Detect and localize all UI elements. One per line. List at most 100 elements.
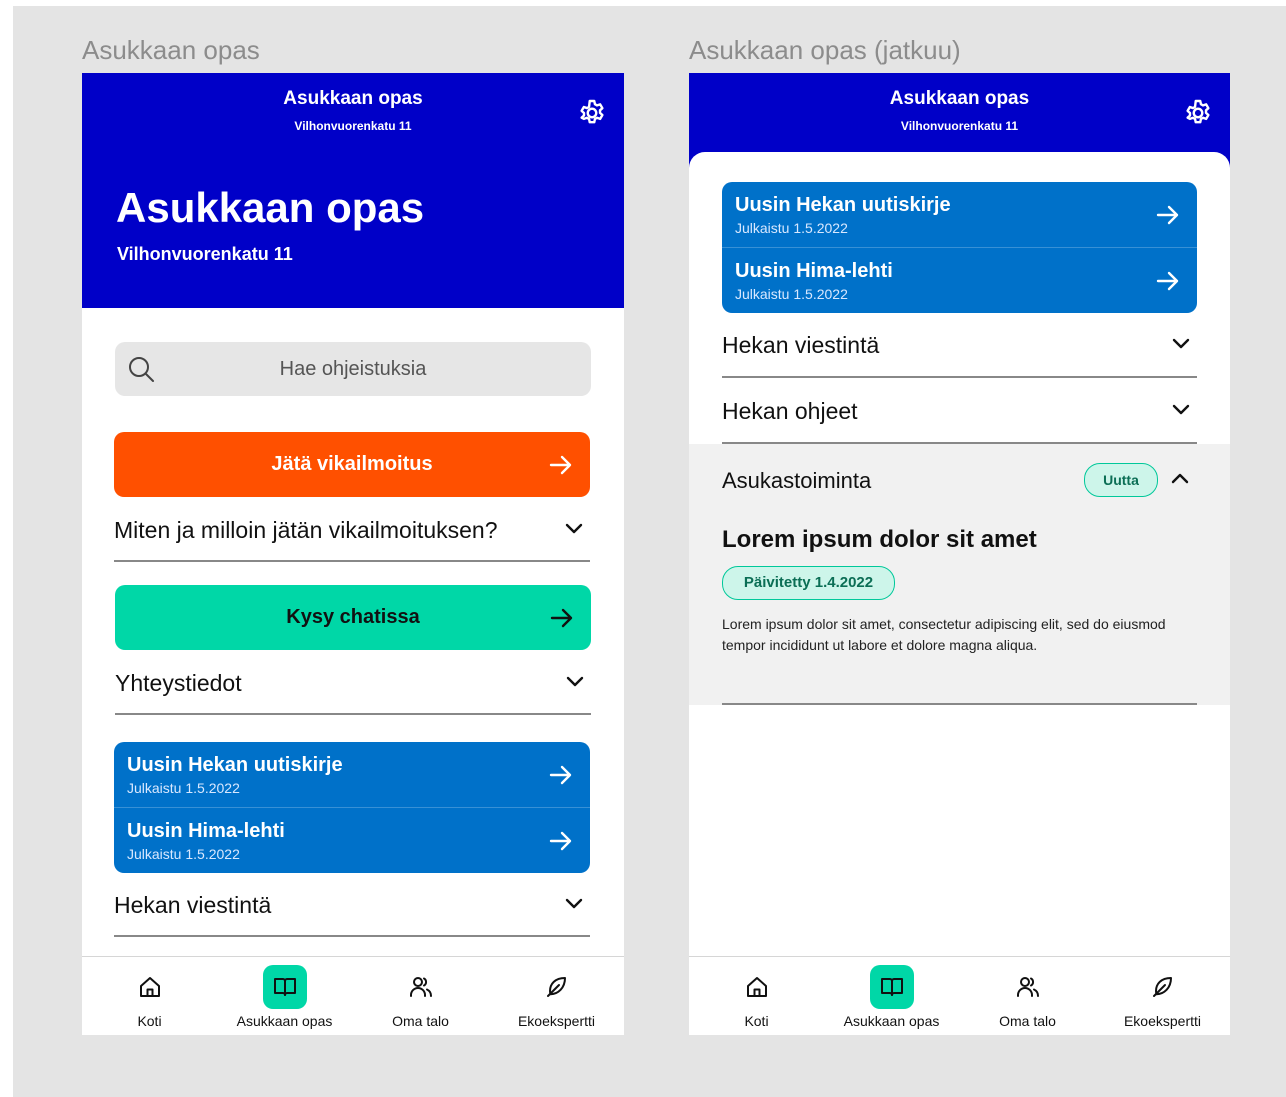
accordion-label: Hekan ohjeet [722,398,858,424]
settings-button[interactable] [1182,97,1214,129]
content-sheet-top [689,152,1230,182]
frame-title-1: Asukkaan opas [82,35,260,65]
chevron-down-icon [1172,404,1190,415]
news-item-magazine[interactable]: Uusin Hima-lehti Julkaistu 1.5.2022 [722,247,1197,313]
home-icon [139,977,160,997]
accordion-header-label[interactable]: Asukastoiminta [722,468,871,494]
chat-button[interactable]: Kysy chatissa [115,585,591,650]
news-item-newsletter[interactable]: Uusin Hekan uutiskirje Julkaistu 1.5.202… [114,742,590,807]
arrow-right-icon [1156,205,1179,225]
chevron-up-icon[interactable] [1170,471,1190,485]
arrow-right-icon [1156,271,1179,291]
article-title: Lorem ipsum dolor sit amet [722,526,1037,553]
nav-label: Ekoekspertti [1123,1013,1202,1029]
arrow-right-icon [549,765,572,785]
article-body: Lorem ipsum dolor sit amet, consectetur … [722,616,1166,653]
hero-title: Asukkaan opas [116,184,425,231]
arrow-right-icon [549,831,572,851]
news-card: Uusin Hekan uutiskirje Julkaistu 1.5.202… [722,182,1197,313]
news-date: Julkaistu 1.5.2022 [127,780,240,796]
header-title: Asukkaan opas [889,88,1030,109]
header-subtitle: Vilhonvuorenkatu 11 [294,119,412,133]
gear-icon [1186,99,1210,124]
nav-icon-box [262,965,307,1009]
accordion-label: Miten ja milloin jätän vikailmoituksen? [114,517,498,543]
bottom-nav: Koti Asukkaan opas Oma talo Ekoekspertti [689,956,1230,1035]
nav-icon-box [869,965,914,1009]
nav-icon-box [128,965,172,1009]
news-title: Uusin Hima-lehti [735,260,893,282]
nav-label: Oma talo [999,1013,1056,1029]
divider [722,703,1197,705]
frame-title-2: Asukkaan opas (jatkuu) [689,35,961,65]
news-title: Uusin Hekan uutiskirje [735,194,951,216]
nav-label: Koti [137,1013,162,1029]
nav-item-own-building[interactable]: Oma talo [960,957,1095,1035]
accordion-label: Hekan viestintä [722,332,880,358]
nav-icon-box [1006,965,1050,1009]
phone-screen-guide-continued: Asukkaan opas Vilhonvuorenkatu 11 Uusin … [689,73,1230,1035]
search-placeholder: Hae ohjeistuksia [279,358,427,380]
fault-report-button[interactable]: Jätä vikailmoitus [114,432,590,497]
chat-label: Kysy chatissa [286,606,420,628]
nav-label: Ekoekspertti [517,1013,596,1029]
news-item-newsletter[interactable]: Uusin Hekan uutiskirje Julkaistu 1.5.202… [722,182,1197,247]
book-icon [273,978,296,996]
chevron-down-icon [565,523,583,534]
nav-label: Asukkaan opas [236,1013,333,1029]
accordion-communication[interactable]: Hekan viestintä [114,875,590,937]
phone-screen-home-guide: Asukkaan opas Vilhonvuorenkatu 11 Asukka… [82,73,624,1035]
arrow-right-icon [550,608,573,628]
nav-item-home[interactable]: Koti [689,957,824,1035]
news-date: Julkaistu 1.5.2022 [127,846,240,862]
wave-divider [82,284,624,301]
news-card: Uusin Hekan uutiskirje Julkaistu 1.5.202… [114,742,590,873]
nav-item-resident-guide[interactable]: Asukkaan opas [824,957,959,1035]
settings-button[interactable] [576,97,608,129]
nav-label: Asukkaan opas [843,1013,940,1029]
nav-icon-box [1141,965,1185,1009]
arrow-right-icon [549,455,572,475]
chevron-down-icon [565,898,583,909]
accordion-resident-activity-expanded: Asukastoiminta Uutta Lorem ipsum dolor s… [689,444,1230,705]
header-title: Asukkaan opas [283,88,423,109]
leaf-icon [546,977,566,997]
nav-item-own-building[interactable]: Oma talo [353,957,488,1035]
gear-icon [580,99,604,124]
news-date: Julkaistu 1.5.2022 [735,220,848,236]
people-icon [409,977,432,997]
chevron-down-icon [1172,338,1190,349]
header: Asukkaan opas Vilhonvuorenkatu 11 Asukka… [82,73,624,308]
leaf-icon [1152,977,1172,997]
hero-subtitle: Vilhonvuorenkatu 11 [117,244,293,264]
nav-item-resident-guide[interactable]: Asukkaan opas [217,957,352,1035]
news-title: Uusin Hima-lehti [127,820,285,842]
updated-badge: Päivitetty 1.4.2022 [722,566,895,600]
nav-label: Koti [744,1013,769,1029]
nav-item-home[interactable]: Koti [82,957,217,1035]
nav-item-eco-expert[interactable]: Ekoekspertti [489,957,624,1035]
chevron-down-icon [566,676,584,687]
people-icon [1016,977,1039,997]
news-item-magazine[interactable]: Uusin Hima-lehti Julkaistu 1.5.2022 [114,807,590,873]
nav-icon-box [399,965,443,1009]
news-title: Uusin Hekan uutiskirje [127,754,343,776]
fault-report-label: Jätä vikailmoitus [271,453,433,475]
accordion-label: Hekan viestintä [114,892,272,918]
nav-icon-box [535,965,579,1009]
accordion-contacts[interactable]: Yhteystiedot [115,653,591,715]
news-date: Julkaistu 1.5.2022 [735,286,848,302]
nav-item-eco-expert[interactable]: Ekoekspertti [1095,957,1230,1035]
accordion-label: Yhteystiedot [115,670,242,696]
new-badge: Uutta [1084,463,1158,497]
accordion-communication[interactable]: Hekan viestintä [722,316,1197,378]
accordion-instructions[interactable]: Hekan ohjeet [722,382,1197,444]
canvas: Asukkaan opas Asukkaan opas (jatkuu) Asu… [0,0,1286,1097]
nav-label: Oma talo [392,1013,449,1029]
home-icon [746,977,767,997]
book-icon [880,978,903,996]
bottom-nav: Koti Asukkaan opas Oma talo Ekoekspertti [82,956,624,1035]
accordion-fault-report-info[interactable]: Miten ja milloin jätän vikailmoituksen? [114,500,590,562]
search-input[interactable]: Hae ohjeistuksia [115,342,591,396]
header-subtitle: Vilhonvuorenkatu 11 [900,119,1019,133]
